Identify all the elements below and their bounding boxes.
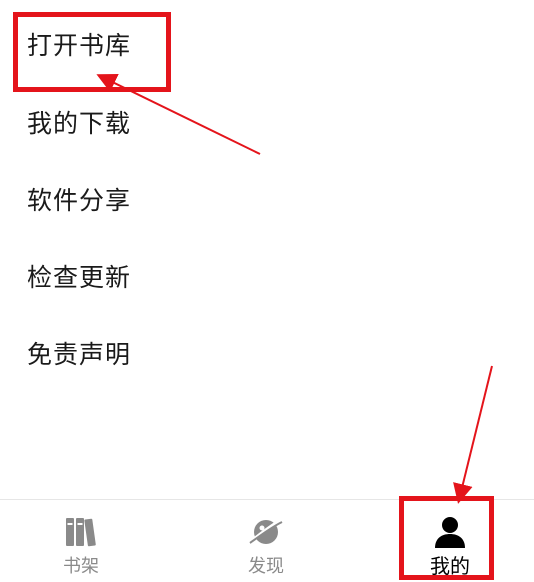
tab-mine-label: 我的	[430, 554, 470, 578]
menu-item-disclaimer[interactable]: 免责声明	[27, 340, 131, 370]
menu-item-share-app[interactable]: 软件分享	[27, 186, 131, 216]
menu-item-check-update[interactable]: 检查更新	[27, 263, 131, 293]
profile-screen: 打开书库 我的下载 软件分享 检查更新 免责声明 书架 发现 我的	[0, 0, 534, 582]
tab-discover-label: 发现	[248, 556, 284, 577]
bottom-tab-bar: 书架 发现 我的	[0, 499, 534, 582]
bookshelf-icon	[66, 518, 96, 547]
tab-discover[interactable]: 发现	[206, 500, 326, 582]
tab-bookshelf[interactable]: 书架	[21, 500, 141, 582]
arrow-to-mine-tab	[453, 365, 493, 504]
user-icon	[435, 517, 465, 548]
tab-bookshelf-label: 书架	[63, 556, 99, 577]
menu-item-open-library[interactable]: 打开书库	[27, 31, 131, 61]
planet-icon	[249, 518, 283, 544]
menu-item-my-downloads[interactable]: 我的下载	[27, 109, 131, 139]
tab-mine[interactable]: 我的	[390, 500, 510, 582]
